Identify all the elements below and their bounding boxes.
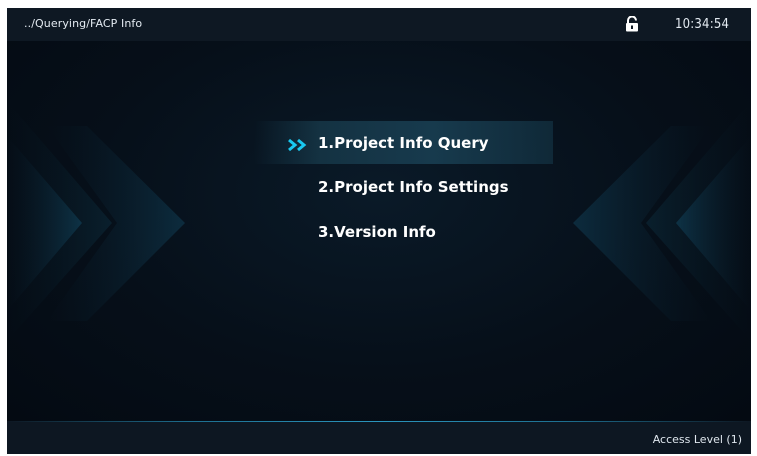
breadcrumb: ../Querying/FACP Info: [24, 17, 143, 30]
menu-item-version-info[interactable]: 3.Version Info: [318, 223, 436, 241]
double-chevron-right-icon: [287, 137, 311, 152]
menu-area: 1.Project Info Query 2.Project Info Sett…: [7, 41, 751, 421]
clock: 10:34:54: [675, 17, 730, 32]
top-bar: ../Querying/FACP Info 10:34:54: [7, 8, 751, 41]
unlock-icon[interactable]: [625, 15, 639, 32]
access-level: Access Level (1): [652, 433, 742, 446]
bottom-divider: [7, 421, 751, 422]
bottom-bar: Access Level (1): [7, 421, 751, 454]
menu-item-project-info-query[interactable]: 1.Project Info Query: [318, 134, 489, 152]
facp-screen: ../Querying/FACP Info 10:34:54 1.Project…: [7, 8, 751, 454]
menu-item-project-info-settings[interactable]: 2.Project Info Settings: [318, 178, 509, 196]
